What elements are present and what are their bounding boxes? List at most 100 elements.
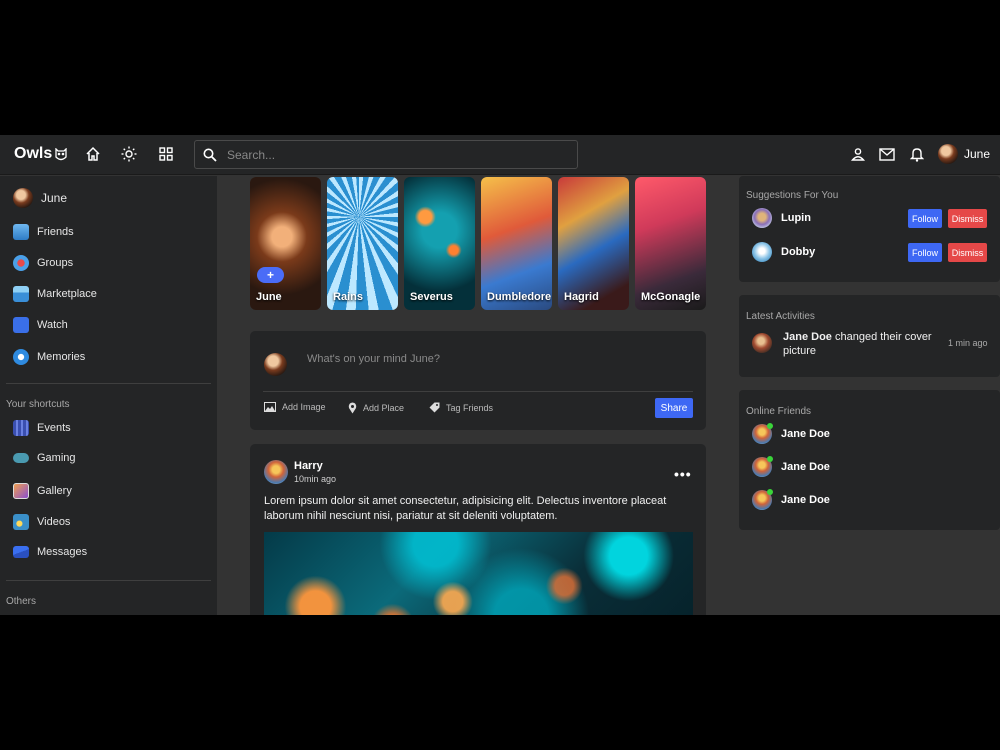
videos-icon [13, 514, 29, 530]
story-name: Hagrid [564, 291, 599, 303]
theme-toggle-icon[interactable] [120, 145, 138, 163]
suggestion-item[interactable]: Dobby [752, 242, 815, 262]
shortcuts-heading: Your shortcuts [6, 399, 70, 410]
activity-user: Jane Doe [783, 331, 832, 343]
left-sidebar: June Friends Groups Marketplace Watch Me… [0, 176, 217, 615]
suggestion-item[interactable]: Lupin [752, 208, 811, 228]
online-friends-card: Online Friends Jane Doe Jane Doe Jane Do… [739, 390, 1000, 530]
sidebar-item-label: Gaming [37, 452, 76, 464]
messages-icon [13, 546, 29, 558]
story-name: Dumbledore [487, 291, 552, 303]
mail-icon[interactable] [878, 145, 896, 163]
sidebar-item-label: Groups [37, 257, 74, 269]
others-heading: Others [6, 596, 37, 607]
top-navbar: Owls June [0, 135, 1000, 175]
image-icon [264, 402, 276, 412]
nav-user-profile[interactable]: June [938, 144, 990, 164]
add-image-label: Add Image [282, 402, 326, 412]
avatar [264, 460, 288, 484]
nav-user-name: June [964, 147, 991, 161]
composer-divider [263, 391, 693, 392]
post-image[interactable] [264, 532, 693, 615]
story-card[interactable]: Severus [404, 177, 475, 310]
gallery-icon [13, 483, 29, 499]
add-story-button[interactable]: + [257, 267, 284, 283]
add-image-button[interactable]: Add Image [264, 402, 326, 412]
sidebar-item-groups[interactable]: Groups [13, 255, 73, 271]
post-time: 10min ago [294, 474, 337, 484]
watch-icon [13, 317, 29, 333]
follow-button[interactable]: Follow [908, 209, 942, 228]
add-place-label: Add Place [363, 403, 405, 413]
groups-icon [13, 255, 29, 271]
stories-row: + June Rains Severus Dumbledore Hagrid M… [250, 177, 708, 311]
search-input[interactable] [227, 147, 557, 162]
story-card[interactable]: Dumbledore [481, 177, 552, 310]
story-card[interactable]: + June [250, 177, 321, 310]
sidebar-item-label: Videos [37, 516, 71, 528]
activities-title: Latest Activities [746, 311, 815, 322]
sidebar-divider [6, 580, 211, 581]
sidebar-item-watch[interactable]: Watch [13, 317, 68, 333]
sidebar-item-marketplace[interactable]: Marketplace [13, 286, 97, 302]
sidebar-item-messages[interactable]: Messages [13, 546, 87, 558]
post-composer: What's on your mind June? Add Image Add … [250, 331, 706, 430]
online-friend-item[interactable]: Jane Doe [752, 423, 830, 444]
logo[interactable]: Owls [14, 145, 67, 163]
sidebar-item-videos[interactable]: Videos [13, 514, 70, 530]
online-friend-item[interactable]: Jane Doe [752, 489, 830, 510]
suggestions-title: Suggestions For You [746, 190, 839, 201]
avatar [752, 208, 772, 228]
sidebar-user[interactable]: June [13, 188, 67, 208]
home-icon[interactable] [84, 145, 102, 163]
add-place-button[interactable]: Add Place [348, 402, 404, 414]
post-author[interactable]: Harry [294, 460, 323, 472]
online-status-dot [767, 423, 773, 429]
tag-icon [429, 402, 440, 413]
sidebar-item-memories[interactable]: Memories [13, 349, 85, 365]
online-friend-item[interactable]: Jane Doe [752, 456, 830, 477]
person-name: Jane Doe [781, 494, 830, 506]
sidebar-item-gallery[interactable]: Gallery [13, 483, 72, 499]
owl-icon [55, 147, 67, 160]
share-button[interactable]: Share [655, 398, 693, 418]
grid-icon[interactable] [157, 145, 175, 163]
sidebar-item-label: Friends [37, 226, 74, 238]
dismiss-button[interactable]: Dismiss [948, 243, 987, 262]
story-card[interactable]: Hagrid [558, 177, 629, 310]
sidebar-item-events[interactable]: Events [13, 420, 71, 436]
follow-button[interactable]: Follow [908, 243, 942, 262]
composer-input[interactable]: What's on your mind June? [307, 353, 440, 365]
profile-icon[interactable] [849, 145, 867, 163]
avatar [264, 353, 287, 376]
dismiss-button[interactable]: Dismiss [948, 209, 987, 228]
notifications-bell-icon[interactable] [908, 145, 926, 163]
online-status-dot [767, 456, 773, 462]
tag-friends-label: Tag Friends [446, 402, 494, 413]
logo-text: Owls [14, 145, 53, 162]
more-options-icon[interactable]: ••• [674, 466, 692, 482]
app-window: Owls June J [0, 135, 1000, 615]
sidebar-divider [6, 383, 211, 384]
suggestions-card: Suggestions For You Lupin Follow Dismiss… [739, 176, 1000, 282]
avatar [938, 144, 958, 164]
sidebar-item-label: Messages [37, 546, 88, 558]
story-card[interactable]: McGonagle [635, 177, 706, 310]
sidebar-item-gaming[interactable]: Gaming [13, 452, 76, 464]
tag-friends-button[interactable]: Tag Friends [429, 402, 493, 413]
sidebar-item-label: Memories [37, 351, 86, 363]
post-card: Harry 10min ago ••• Lorem ipsum dolor si… [250, 444, 706, 615]
online-status-dot [767, 489, 773, 495]
online-friends-title: Online Friends [746, 406, 812, 417]
activity-text[interactable]: Jane Doe changed their cover picture [783, 330, 933, 358]
post-text: Lorem ipsum dolor sit amet consectetur, … [264, 495, 667, 522]
location-pin-icon [348, 402, 357, 414]
story-name: McGonagle [641, 291, 701, 303]
search-bar[interactable] [194, 140, 578, 169]
story-card[interactable]: Rains [327, 177, 398, 310]
person-name: Lupin [781, 212, 811, 224]
avatar [13, 188, 33, 208]
marketplace-icon [13, 286, 29, 302]
sidebar-item-label: Gallery [37, 485, 72, 497]
sidebar-item-friends[interactable]: Friends [13, 224, 74, 240]
